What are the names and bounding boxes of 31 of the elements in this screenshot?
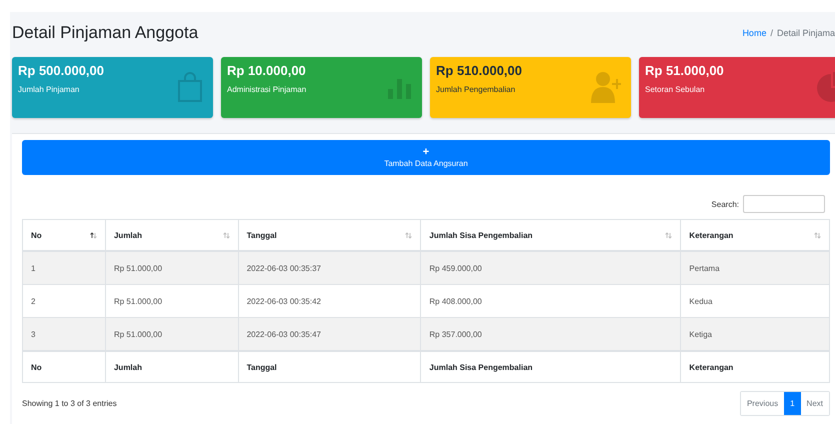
page-button[interactable]: 1 — [784, 392, 801, 415]
search-field[interactable] — [743, 195, 825, 213]
breadcrumb-link[interactable]: Home — [742, 28, 766, 38]
column-label: Tanggal — [246, 230, 277, 240]
shopping-bag-icon — [177, 71, 203, 103]
footer-cell: Keterangan — [680, 351, 830, 382]
stat-value: Rp 10.000,00 — [227, 63, 307, 78]
breadcrumb-current: Detail Pinjama — [776, 28, 835, 38]
breadcrumb-separator: / — [770, 28, 773, 38]
footer-cell: Tanggal — [238, 351, 421, 382]
stat-value: Rp 510.000,00 — [436, 63, 524, 78]
search-label: Search: — [711, 200, 739, 208]
stat-label: Jumlah Pinjaman — [18, 85, 80, 94]
table-cell: 3 — [22, 318, 106, 351]
sort-icon[interactable] — [90, 232, 97, 238]
page-title: Detail Pinjaman Anggota — [12, 23, 198, 43]
stat-label: Administrasi Pinjaman — [227, 85, 308, 94]
footer-cell: No — [22, 351, 106, 382]
column-label: Keterangan — [689, 230, 734, 240]
column-label: Jumlah Sisa Pengembalian — [429, 230, 533, 240]
add-user-icon — [591, 71, 621, 103]
stat-value: Rp 500.000,00 — [18, 63, 106, 78]
add-installment-button[interactable]: + Tambah Data Angsuran — [22, 140, 830, 175]
column-label: No — [31, 230, 42, 240]
footer-cell: Jumlah Sisa Pengembalian — [420, 351, 681, 382]
stat-label: Setoran Sebulan — [645, 85, 706, 94]
entries-info: Showing 1 to 3 of 3 entries — [22, 399, 117, 408]
footer-cell: Jumlah — [105, 351, 238, 382]
stat-label: Jumlah Pengembalian — [436, 85, 516, 94]
stat-value: Rp 51.000,00 — [645, 63, 725, 78]
column-label: Jumlah — [114, 230, 142, 240]
